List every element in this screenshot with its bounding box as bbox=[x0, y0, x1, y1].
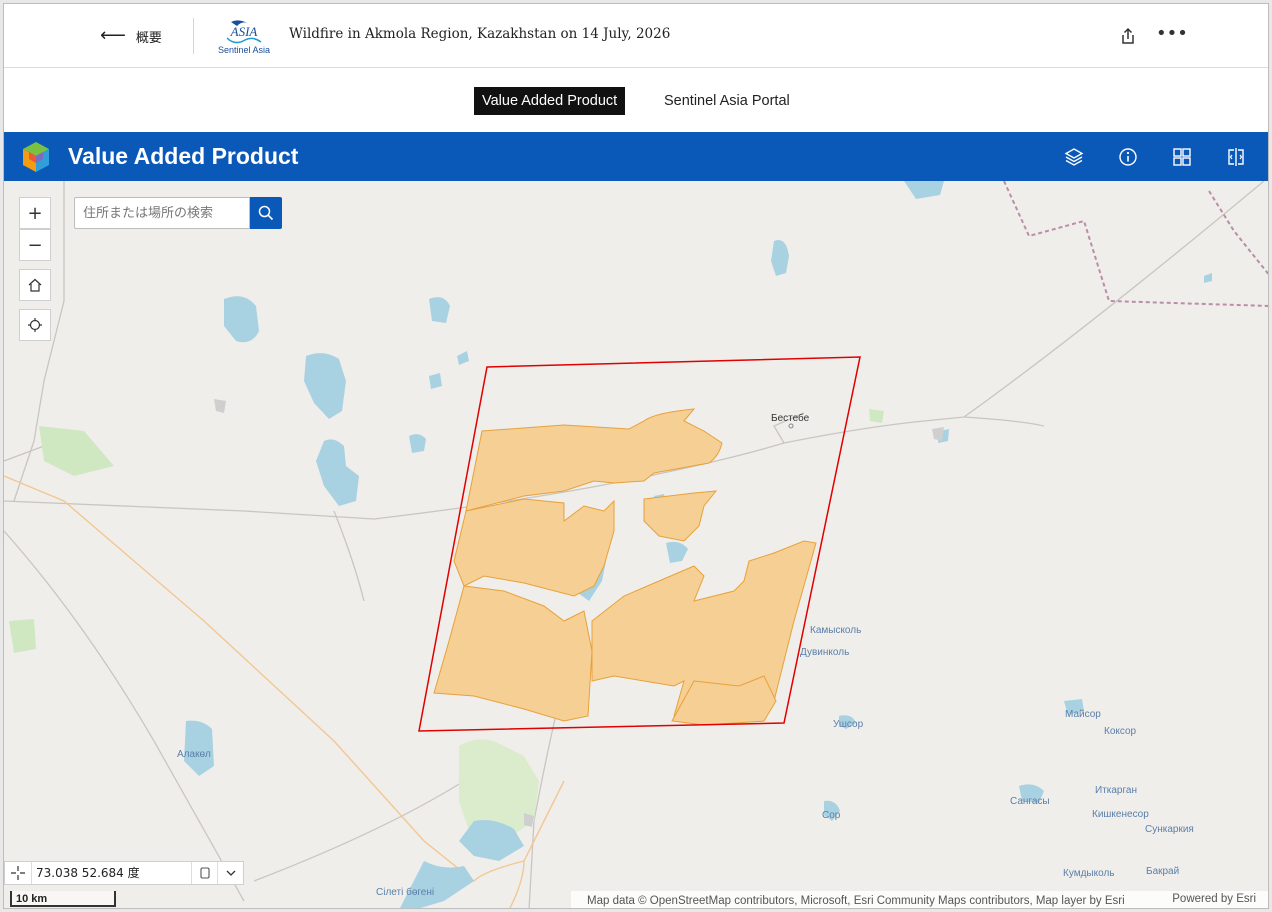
zoom-out-button[interactable]: − bbox=[19, 229, 51, 261]
place-label-itkargan: Иткарган bbox=[1095, 785, 1137, 796]
map-canvas[interactable]: Бестебе Камысколь Дувинколь Ушсор Майсор… bbox=[4, 181, 1269, 909]
place-label-sangasy: Сангасы bbox=[1010, 796, 1050, 807]
swipe-compare-icon[interactable] bbox=[1225, 146, 1247, 168]
map-attribution[interactable]: Map data © OpenStreetMap contributors, M… bbox=[571, 891, 1268, 908]
place-label-kamyskol: Камысколь bbox=[810, 625, 861, 636]
tab-bar: Value Added Product Sentinel Asia Portal bbox=[4, 69, 1268, 132]
capture-mode-icon[interactable] bbox=[191, 862, 217, 884]
back-to-overview-button[interactable]: ⟵ 概要 bbox=[100, 24, 162, 48]
place-label-sileti-reservoir: Сілеті бөгені bbox=[376, 886, 434, 898]
app-cube-logo-icon bbox=[23, 142, 49, 172]
place-label-kishkenesor: Кишкенесор bbox=[1092, 809, 1149, 820]
coordinate-conversion-widget: 73.038 52.684 度 bbox=[4, 861, 244, 885]
place-label-duvinkol: Дувинколь bbox=[800, 647, 849, 658]
home-icon bbox=[28, 278, 42, 292]
place-label-koksor: Коксор bbox=[1104, 726, 1137, 737]
info-icon[interactable] bbox=[1117, 146, 1139, 168]
locate-crosshair-icon bbox=[28, 318, 42, 332]
search-icon bbox=[258, 205, 274, 221]
tab-value-added-product[interactable]: Value Added Product bbox=[474, 87, 626, 115]
place-label-sor: Сор bbox=[822, 810, 841, 821]
place-label-bakrai: Бакрай bbox=[1146, 866, 1179, 877]
search-button[interactable] bbox=[250, 197, 282, 229]
map-view[interactable]: Бестебе Камысколь Дувинколь Ушсор Майсор… bbox=[4, 181, 1269, 909]
search-widget bbox=[74, 197, 282, 229]
crosshair-icon[interactable] bbox=[5, 862, 31, 884]
app-header: Value Added Product bbox=[4, 132, 1268, 181]
place-label-maisor: Майсор bbox=[1065, 709, 1101, 720]
zoom-in-button[interactable]: + bbox=[19, 197, 51, 229]
logo-text-bottom: Sentinel Asia bbox=[218, 45, 270, 55]
chevron-down-icon[interactable] bbox=[217, 862, 243, 884]
arrow-left-icon: ⟵ bbox=[100, 25, 126, 46]
attribution-text: Map data © OpenStreetMap contributors, M… bbox=[587, 894, 1125, 907]
header-divider bbox=[193, 18, 194, 54]
share-icon[interactable] bbox=[1118, 26, 1138, 46]
powered-by-esri[interactable]: Powered by Esri bbox=[1172, 893, 1256, 905]
back-label: 概要 bbox=[135, 30, 162, 46]
burned-area-polygons bbox=[433, 408, 817, 726]
app-title: Value Added Product bbox=[68, 143, 299, 169]
place-label-kumdykol: Кумдыколь bbox=[1063, 868, 1114, 879]
basemap-gallery-icon[interactable] bbox=[1171, 146, 1193, 168]
home-button[interactable] bbox=[19, 269, 51, 301]
scale-bar: 10 km bbox=[10, 891, 116, 907]
more-options-icon[interactable]: ••• bbox=[1156, 22, 1188, 46]
locate-button[interactable] bbox=[19, 309, 51, 341]
app-frame: ⟵ 概要 ASIA Sentinel Asia Wildfire in Akmo… bbox=[3, 3, 1269, 909]
place-label-bestebe: Бестебе bbox=[771, 412, 810, 424]
logo-text-top: ASIA bbox=[230, 24, 258, 39]
place-label-sunkarkiya: Сункаркия bbox=[1145, 824, 1194, 835]
search-input[interactable] bbox=[74, 197, 250, 229]
story-title: Wildfire in Akmola Region, Kazakhstan on… bbox=[289, 26, 671, 42]
place-label-alakol: Алакөл bbox=[177, 749, 211, 760]
water-bodies bbox=[184, 181, 1212, 908]
sentinel-asia-logo: ASIA Sentinel Asia bbox=[218, 20, 270, 55]
tab-sentinel-asia-portal[interactable]: Sentinel Asia Portal bbox=[656, 87, 798, 115]
place-label-ushsor: Ушсор bbox=[833, 719, 864, 730]
layers-icon[interactable] bbox=[1063, 146, 1085, 168]
coordinate-readout: 73.038 52.684 度 bbox=[31, 862, 191, 884]
story-header: ⟵ 概要 ASIA Sentinel Asia Wildfire in Akmo… bbox=[4, 4, 1268, 68]
